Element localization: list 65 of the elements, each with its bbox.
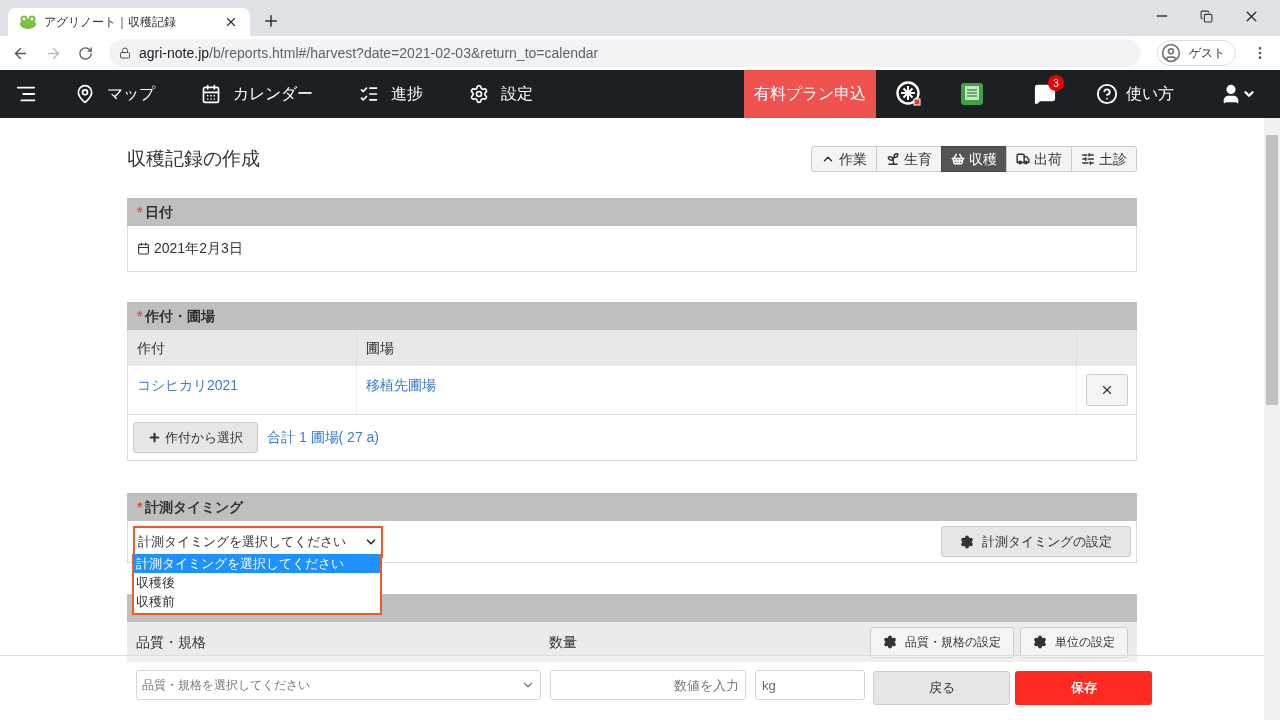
new-tab-icon[interactable] bbox=[262, 12, 280, 30]
close-icon[interactable] bbox=[224, 15, 238, 29]
page-title: 収穫記録の作成 bbox=[127, 146, 260, 171]
url-text: agri-note.jp/b/reports.html#/harvest?date=2021-02-03&return_to=calendar bbox=[139, 43, 599, 63]
quantity-input[interactable]: 数値を入力 bbox=[550, 670, 746, 700]
gear-icon bbox=[469, 84, 489, 104]
basket-icon bbox=[951, 152, 965, 166]
scrollbar[interactable] bbox=[1264, 118, 1280, 720]
truck-icon bbox=[1016, 152, 1030, 166]
required-mark: * bbox=[137, 306, 143, 326]
report-tab[interactable]: 土診 bbox=[1071, 146, 1137, 172]
report-tab[interactable]: 収穫 bbox=[941, 146, 1007, 172]
column-header: 圃場 bbox=[357, 330, 1077, 366]
dropdown-option[interactable]: 収穫前 bbox=[134, 592, 380, 611]
required-mark: * bbox=[137, 202, 143, 222]
help-icon bbox=[1096, 83, 1118, 105]
sliders-icon bbox=[1081, 152, 1095, 166]
section-title: 計測タイミング bbox=[145, 497, 244, 517]
book-icon[interactable] bbox=[960, 82, 984, 106]
notification-badge: 3 bbox=[1048, 75, 1064, 91]
gear-icon bbox=[1033, 635, 1047, 649]
tab-title: アグリノート｜収穫記録 bbox=[44, 14, 177, 31]
unit-input[interactable]: kg bbox=[755, 670, 865, 700]
quality-settings-button[interactable]: 品質・規格の設定 bbox=[870, 626, 1014, 658]
avatar-icon bbox=[1161, 43, 1181, 63]
unit-settings-button[interactable]: 単位の設定 bbox=[1020, 626, 1128, 658]
total-link[interactable]: 合計 1 圃場( 27 a) bbox=[267, 427, 380, 448]
gear-icon bbox=[960, 534, 974, 549]
gear-icon bbox=[883, 635, 897, 649]
report-tab[interactable]: 出荷 bbox=[1006, 146, 1072, 172]
dropdown-option[interactable]: 収穫後 bbox=[134, 573, 380, 592]
report-tab[interactable]: 作業 bbox=[811, 146, 877, 172]
rice-icon[interactable] bbox=[896, 81, 922, 107]
section-title: 日付 bbox=[145, 202, 174, 222]
reload-icon[interactable] bbox=[78, 45, 93, 61]
report-tab[interactable]: 生育 bbox=[876, 146, 942, 172]
nav-item[interactable]: 進捗 bbox=[359, 82, 423, 106]
calendar-icon bbox=[201, 84, 221, 104]
date-value[interactable]: 2021年2月3日 bbox=[154, 238, 243, 259]
nav-item[interactable]: カレンダー bbox=[201, 82, 313, 106]
restore-icon[interactable] bbox=[1200, 9, 1213, 23]
help-link[interactable]: 使い方 bbox=[1096, 82, 1174, 106]
required-mark: * bbox=[137, 497, 143, 517]
quality-select[interactable]: 品質・規格を選択してください bbox=[136, 670, 541, 700]
nav-item[interactable]: 設定 bbox=[469, 82, 533, 106]
back-button[interactable]: 戻る bbox=[873, 671, 1010, 705]
map-pin-icon bbox=[75, 84, 95, 104]
section-title: 作付・圃場 bbox=[145, 306, 216, 326]
crop-link[interactable]: コシヒカリ2021 bbox=[137, 377, 239, 393]
lock-icon bbox=[119, 47, 131, 59]
checklist-icon bbox=[359, 84, 379, 104]
calendar-icon bbox=[137, 242, 150, 255]
browser-tab[interactable]: アグリノート｜収穫記録 bbox=[8, 8, 250, 36]
grass-icon bbox=[886, 152, 900, 166]
field-link[interactable]: 移植先圃場 bbox=[366, 377, 436, 393]
nav-item[interactable]: マップ bbox=[75, 82, 155, 106]
timing-settings-button[interactable]: 計測タイミングの設定 bbox=[941, 526, 1131, 557]
column-header: 作付 bbox=[128, 330, 357, 366]
save-button[interactable]: 保存 bbox=[1015, 671, 1152, 705]
select-from-crop-button[interactable]: 作付から選択 bbox=[133, 422, 258, 453]
plus-icon bbox=[148, 431, 161, 444]
address-bar[interactable]: agri-note.jp/b/reports.html#/harvest?date=2021-02-03&return_to=calendar bbox=[109, 39, 1141, 67]
frog-icon bbox=[20, 15, 36, 29]
column-header: 数量 bbox=[549, 632, 577, 652]
column-header: 品質・規格 bbox=[136, 632, 207, 652]
